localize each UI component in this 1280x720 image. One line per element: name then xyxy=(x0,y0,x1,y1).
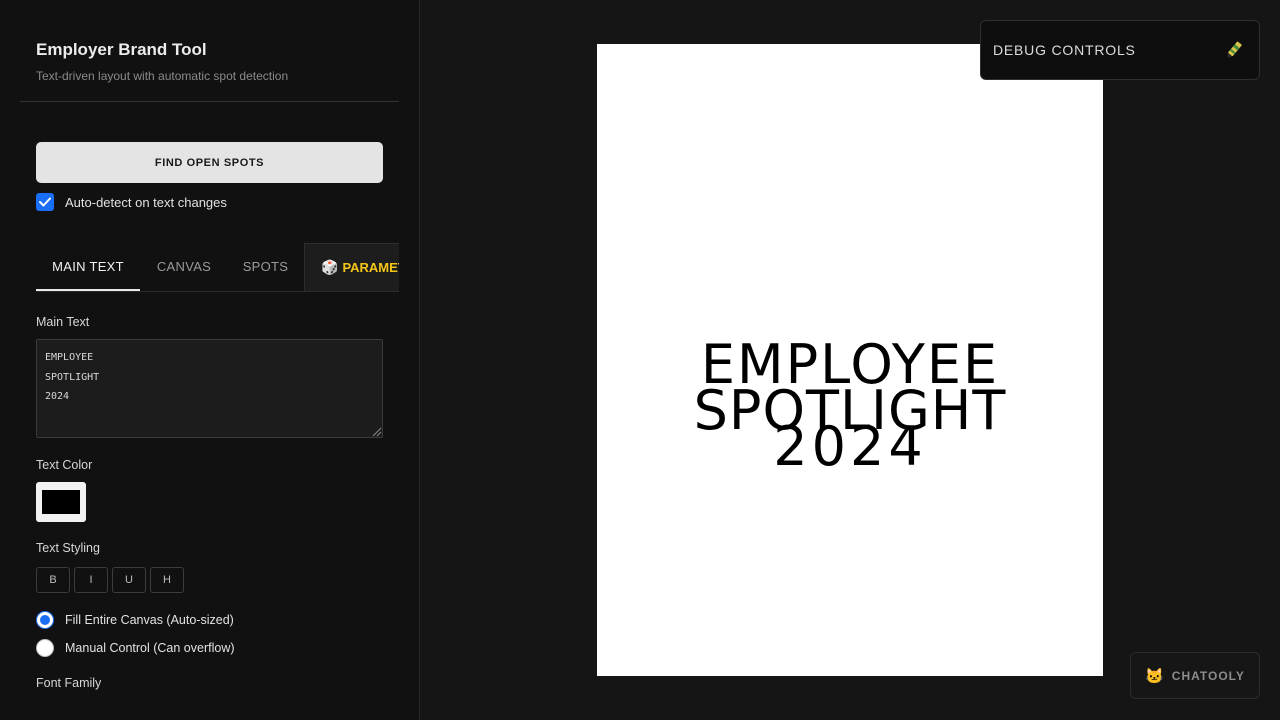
tab-parameters-label: PARAMETERS xyxy=(342,260,399,275)
checkmark-icon xyxy=(39,197,51,207)
auto-detect-checkbox[interactable] xyxy=(36,193,54,211)
text-styling-label: Text Styling xyxy=(36,541,100,555)
underline-button[interactable]: U xyxy=(112,567,146,593)
text-color-label: Text Color xyxy=(36,458,93,472)
italic-button[interactable]: I xyxy=(74,567,108,593)
text-color-picker[interactable] xyxy=(36,482,86,522)
chatooly-label: CHATOOLY xyxy=(1171,668,1245,683)
auto-detect-row: Auto-detect on text changes xyxy=(36,193,227,211)
main-area: EMPLOYEE SPOTLIGHT 2024 xyxy=(420,0,1280,720)
fill-canvas-label: Fill Entire Canvas (Auto-sized) xyxy=(65,613,234,627)
app: Employer Brand Tool Text-driven layout w… xyxy=(0,0,1280,720)
resize-grip-icon[interactable] xyxy=(372,427,382,437)
tab-parameters[interactable]: 🎲PARAMETERS xyxy=(304,243,399,291)
debug-controls-label: DEBUG CONTROLS xyxy=(993,42,1136,58)
crayon-icon xyxy=(1227,41,1242,58)
tab-main-text[interactable]: MAIN TEXT xyxy=(36,243,140,291)
text-color-swatch xyxy=(42,490,80,514)
fill-canvas-option[interactable]: Fill Entire Canvas (Auto-sized) xyxy=(36,611,234,629)
design-canvas[interactable]: EMPLOYEE SPOTLIGHT 2024 xyxy=(597,44,1103,676)
manual-control-option[interactable]: Manual Control (Can overflow) xyxy=(36,639,235,657)
tab-canvas[interactable]: CANVAS xyxy=(148,243,220,291)
manual-control-label: Manual Control (Can overflow) xyxy=(65,641,235,655)
debug-controls-panel[interactable]: DEBUG CONTROLS xyxy=(980,20,1260,80)
fill-canvas-radio[interactable] xyxy=(36,611,54,629)
dice-icon: 🎲 xyxy=(321,259,339,275)
highlight-button[interactable]: H xyxy=(150,567,184,593)
app-subtitle: Text-driven layout with automatic spot d… xyxy=(36,69,289,83)
auto-detect-label: Auto-detect on text changes xyxy=(65,194,227,210)
canvas-line-3: 2024 xyxy=(773,415,927,478)
sidebar: Employer Brand Tool Text-driven layout w… xyxy=(0,0,420,720)
text-styling-buttons: B I U H xyxy=(36,567,184,593)
cat-icon: 🐱 xyxy=(1145,667,1164,685)
tab-spots[interactable]: SPOTS xyxy=(235,243,296,291)
sidebar-header: Employer Brand Tool Text-driven layout w… xyxy=(20,0,399,102)
main-text-label: Main Text xyxy=(36,315,90,329)
main-text-input[interactable]: EMPLOYEE SPOTLIGHT 2024 xyxy=(36,339,383,438)
bold-button[interactable]: B xyxy=(36,567,70,593)
active-tab-indicator xyxy=(36,289,140,291)
find-open-spots-button[interactable]: FIND OPEN SPOTS xyxy=(36,142,383,183)
app-title: Employer Brand Tool xyxy=(36,40,207,59)
chatooly-button[interactable]: 🐱 CHATOOLY xyxy=(1130,652,1260,699)
font-family-label: Font Family xyxy=(36,676,102,690)
tab-bar: MAIN TEXT CANVAS SPOTS 🎲PARAMETERS xyxy=(36,243,399,292)
manual-control-radio[interactable] xyxy=(36,639,54,657)
